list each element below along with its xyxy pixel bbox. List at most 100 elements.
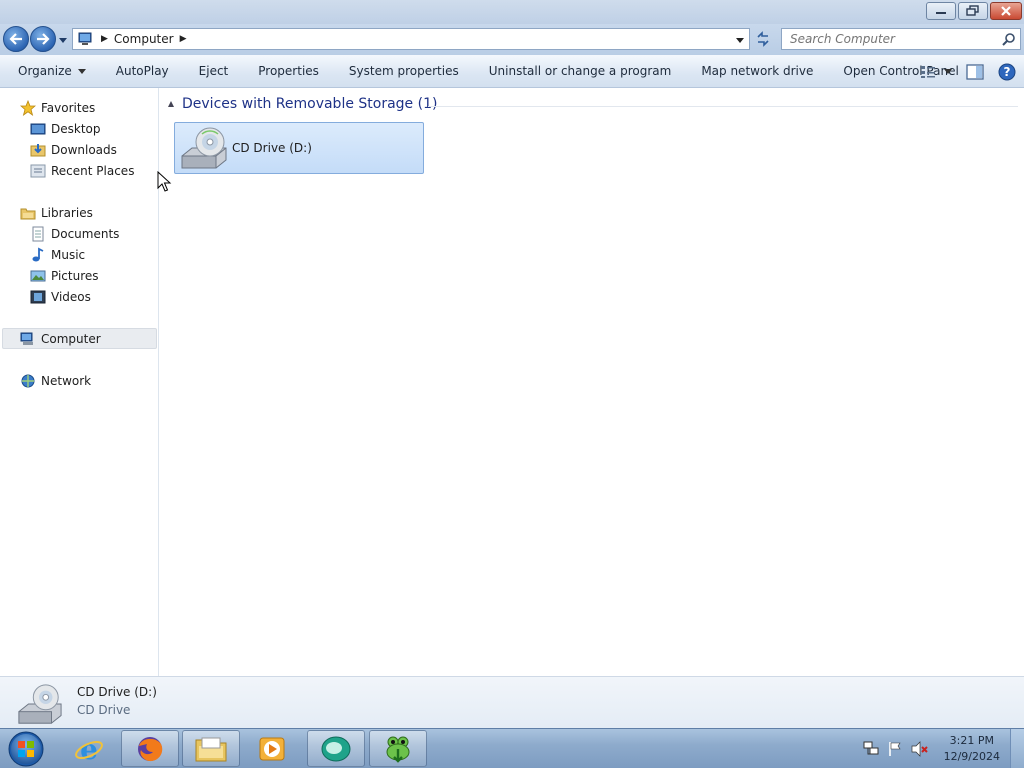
nav-videos[interactable]: Videos <box>30 286 91 307</box>
recent-pages-dropdown-icon[interactable] <box>58 35 68 45</box>
nav-desktop[interactable]: Desktop <box>30 118 101 139</box>
help-icon[interactable]: ? <box>998 63 1016 81</box>
nav-network-label: Network <box>41 373 92 388</box>
autoplay-button[interactable]: AutoPlay <box>101 55 184 88</box>
nav-videos-label: Videos <box>51 289 91 304</box>
command-bar: Organize AutoPlay Eject Properties Syste… <box>0 55 1024 88</box>
map-network-drive-button[interactable]: Map network drive <box>686 55 828 88</box>
content-pane: Devices with Removable Storage (1) CD Dr… <box>160 88 1024 676</box>
chevron-down-icon <box>944 69 952 74</box>
nav-pictures[interactable]: Pictures <box>30 265 99 286</box>
title-bar <box>0 0 1024 24</box>
cd-drive-label: CD Drive (D:) <box>232 141 312 155</box>
pictures-icon <box>30 268 46 284</box>
nav-network[interactable]: Network <box>20 370 91 391</box>
downloads-folder-icon <box>30 142 46 158</box>
green-app-icon <box>321 736 351 761</box>
taskbar-media-player[interactable] <box>243 730 301 767</box>
details-item-name: CD Drive (D:) <box>77 685 157 699</box>
taskbar: e 3:21 PM 12/9/2024 <box>0 728 1024 768</box>
nav-computer-label: Computer <box>41 331 101 346</box>
clock-date: 12/9/2024 <box>943 750 1000 763</box>
organize-label: Organize <box>18 63 72 78</box>
nav-computer[interactable]: Computer <box>2 328 157 349</box>
search-input[interactable] <box>782 32 992 46</box>
breadcrumb-separator-icon[interactable]: ▶ <box>180 34 187 44</box>
start-button[interactable] <box>4 730 48 768</box>
nav-downloads-label: Downloads <box>51 142 117 157</box>
cd-drive-icon <box>181 127 227 169</box>
cd-drive-icon <box>18 684 62 724</box>
desktop-icon <box>30 121 46 137</box>
eject-button[interactable]: Eject <box>184 55 244 88</box>
breadcrumb-separator-icon[interactable]: ▶ <box>101 34 108 44</box>
details-item-type: CD Drive <box>77 703 131 717</box>
nav-favorites-label: Favorites <box>41 100 96 115</box>
media-player-icon <box>259 737 285 760</box>
videos-icon <box>30 289 46 305</box>
change-view-button[interactable] <box>920 65 952 79</box>
taskbar-firefox[interactable] <box>121 730 179 767</box>
firefox-icon <box>138 736 163 761</box>
libraries-icon <box>20 205 36 221</box>
taskbar-app-green[interactable] <box>307 730 365 767</box>
network-tray-icon[interactable] <box>862 740 880 758</box>
nav-recent-places[interactable]: Recent Places <box>30 160 134 181</box>
close-icon <box>1001 6 1011 16</box>
svg-text:e: e <box>80 733 98 765</box>
taskbar-internet-explorer[interactable]: e <box>60 730 118 767</box>
system-properties-button[interactable]: System properties <box>334 55 474 88</box>
refresh-icon <box>757 31 769 47</box>
restore-icon <box>966 5 979 16</box>
volume-muted-icon[interactable] <box>910 740 930 758</box>
computer-icon <box>78 32 92 45</box>
collapse-triangle-icon[interactable] <box>168 101 174 107</box>
taskbar-frog-downloader[interactable] <box>369 730 427 767</box>
internet-explorer-icon: e <box>75 733 103 765</box>
address-bar[interactable]: ▶ Computer ▶ <box>72 28 750 50</box>
nav-music-label: Music <box>51 247 86 262</box>
star-icon <box>20 99 36 116</box>
taskbar-clock[interactable]: 3:21 PM 12/9/2024 <box>944 733 1000 765</box>
back-button[interactable] <box>3 26 29 52</box>
group-divider <box>428 106 1018 107</box>
breadcrumb-computer[interactable]: Computer <box>114 32 174 46</box>
nav-libraries-label: Libraries <box>41 205 93 220</box>
nav-pictures-label: Pictures <box>51 268 99 283</box>
properties-button[interactable]: Properties <box>243 55 334 88</box>
nav-recent-places-label: Recent Places <box>51 163 135 178</box>
svg-text:?: ? <box>1004 65 1011 79</box>
search-icon[interactable] <box>1002 32 1016 46</box>
documents-icon <box>30 226 46 242</box>
frog-downloader-icon <box>386 736 410 763</box>
mouse-cursor-icon <box>157 171 172 192</box>
uninstall-program-button[interactable]: Uninstall or change a program <box>474 55 687 88</box>
nav-libraries[interactable]: Libraries <box>20 202 93 223</box>
details-pane: CD Drive (D:) CD Drive <box>0 676 1024 728</box>
refresh-button[interactable] <box>752 28 774 50</box>
forward-button[interactable] <box>30 26 56 52</box>
nav-music[interactable]: Music <box>30 244 85 265</box>
search-box[interactable] <box>781 28 1021 50</box>
address-dropdown-icon[interactable] <box>735 35 745 45</box>
taskbar-windows-explorer[interactable] <box>182 730 240 767</box>
back-arrow-icon <box>9 33 22 45</box>
windows-logo-icon <box>8 731 44 767</box>
nav-downloads[interactable]: Downloads <box>30 139 117 160</box>
cd-drive-tile[interactable]: CD Drive (D:) <box>174 122 424 174</box>
view-options-icon <box>921 65 935 78</box>
group-header[interactable]: Devices with Removable Storage (1) <box>168 96 437 112</box>
minimize-button[interactable] <box>926 2 956 20</box>
forward-arrow-icon <box>37 33 50 45</box>
organize-button[interactable]: Organize <box>0 55 101 88</box>
preview-pane-icon[interactable] <box>966 63 984 80</box>
action-center-flag-icon[interactable] <box>886 740 904 758</box>
close-button[interactable] <box>990 2 1022 20</box>
nav-favorites[interactable]: Favorites <box>20 97 95 118</box>
address-row: ▶ Computer ▶ <box>0 24 1024 55</box>
restore-button[interactable] <box>958 2 988 20</box>
nav-documents[interactable]: Documents <box>30 223 119 244</box>
folder-icon <box>195 737 227 761</box>
recent-places-icon <box>30 163 46 179</box>
show-desktop-button[interactable] <box>1010 729 1024 768</box>
